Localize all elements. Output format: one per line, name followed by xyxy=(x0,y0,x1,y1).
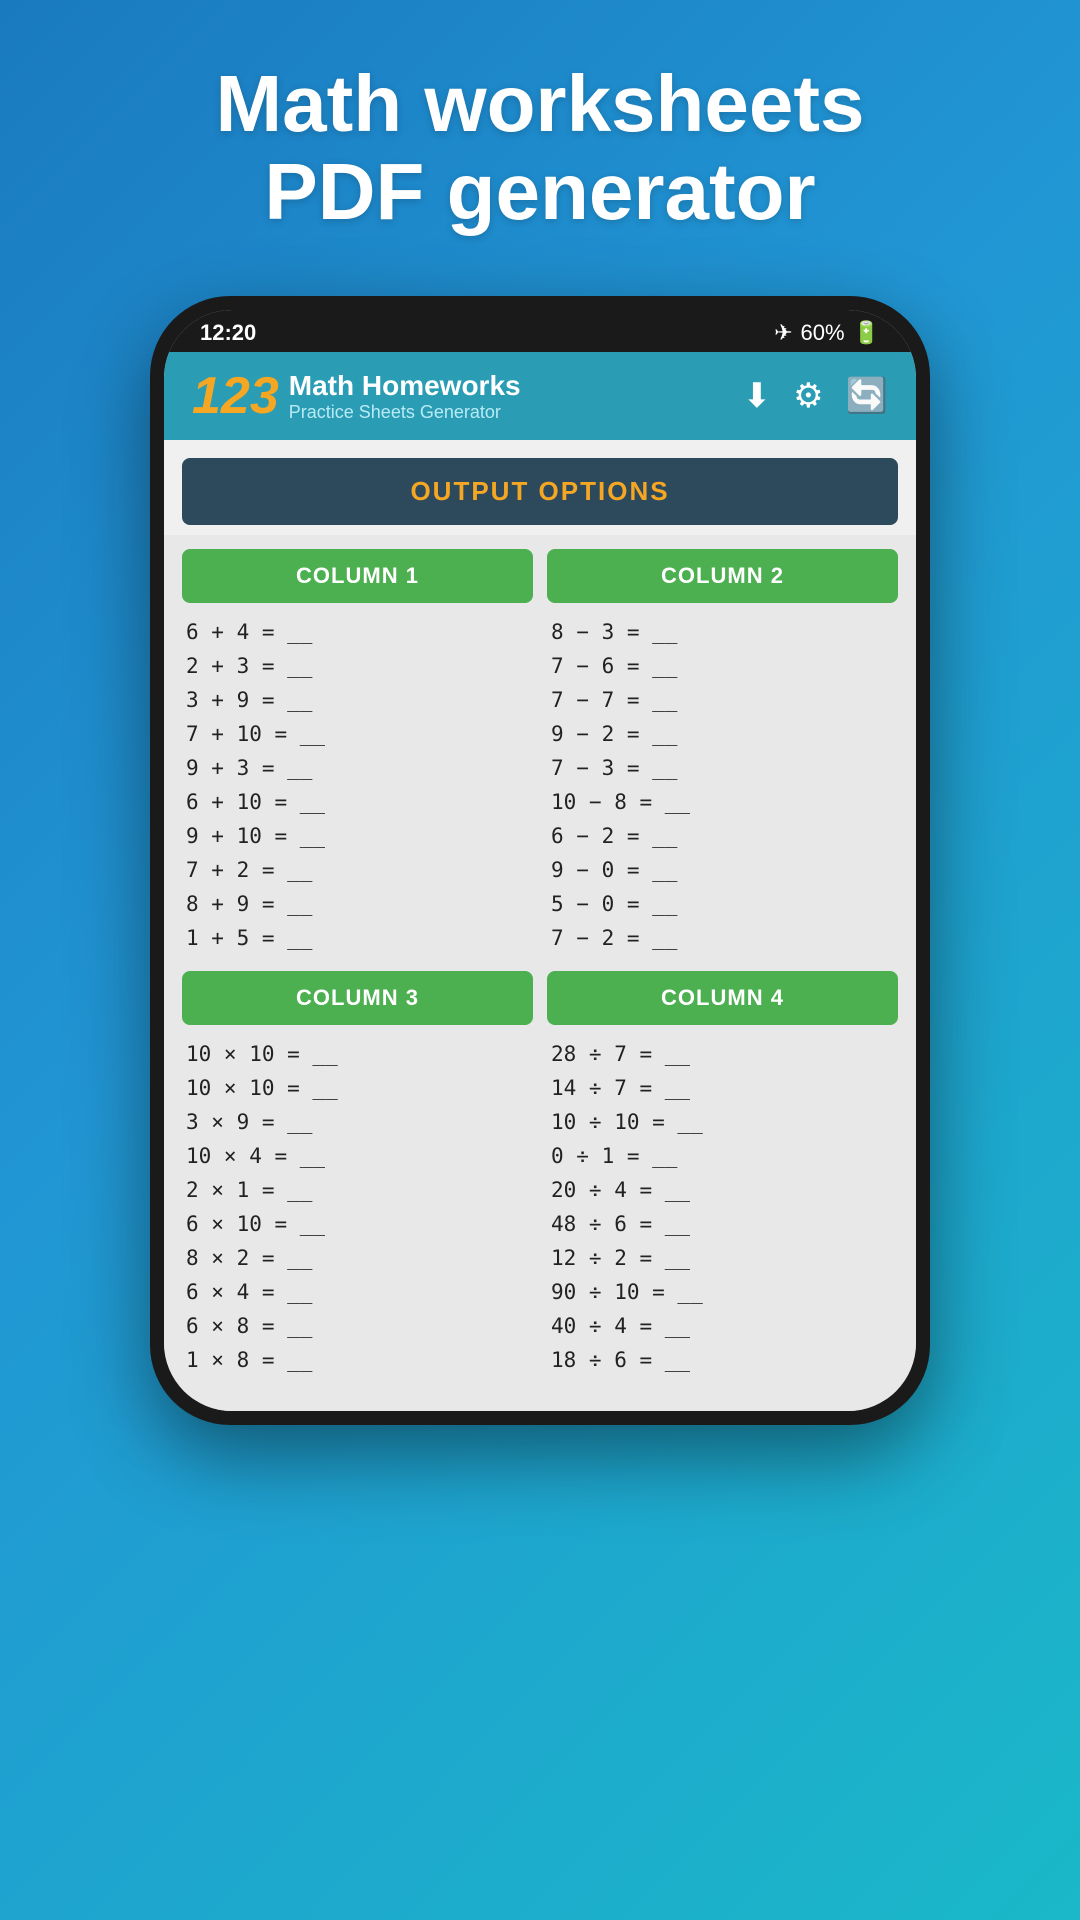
column-4-section: COLUMN 4 28 ÷ 7 = __14 ÷ 7 = __10 ÷ 10 =… xyxy=(547,971,898,1383)
math-problem: 6 + 10 = __ xyxy=(186,785,529,819)
math-problem: 20 ÷ 4 = __ xyxy=(551,1173,894,1207)
phone-mockup: 12:20 ✈ 60% 🔋 123 Math Homeworks Practic… xyxy=(150,296,930,1425)
refresh-icon[interactable]: 🔄 xyxy=(846,376,888,416)
math-problem: 10 × 4 = __ xyxy=(186,1139,529,1173)
column-3-list: 10 × 10 = __10 × 10 = __3 × 9 = __10 × 4… xyxy=(182,1031,533,1383)
columns-row-2: COLUMN 3 10 × 10 = __10 × 10 = __3 × 9 =… xyxy=(182,971,898,1383)
column-4-list: 28 ÷ 7 = __14 ÷ 7 = __10 ÷ 10 = __0 ÷ 1 … xyxy=(547,1031,898,1383)
app-title-area: Math Homeworks Practice Sheets Generator xyxy=(289,370,521,423)
math-problem: 7 + 10 = __ xyxy=(186,717,529,751)
battery-icon: 🔋 xyxy=(853,320,880,346)
math-problem: 1 × 8 = __ xyxy=(186,1343,529,1377)
column-3-header[interactable]: COLUMN 3 xyxy=(182,971,533,1025)
column-1-list: 6 + 4 = __2 + 3 = __3 + 9 = __7 + 10 = _… xyxy=(182,609,533,961)
math-problem: 6 + 4 = __ xyxy=(186,615,529,649)
math-problem: 2 × 1 = __ xyxy=(186,1173,529,1207)
column-4-header[interactable]: COLUMN 4 xyxy=(547,971,898,1025)
app-subtitle: Practice Sheets Generator xyxy=(289,402,521,423)
math-problem: 3 + 9 = __ xyxy=(186,683,529,717)
math-problem: 5 − 0 = __ xyxy=(551,887,894,921)
math-problem: 10 − 8 = __ xyxy=(551,785,894,819)
math-problem: 7 − 2 = __ xyxy=(551,921,894,955)
math-problem: 7 + 2 = __ xyxy=(186,853,529,887)
column-1-header[interactable]: COLUMN 1 xyxy=(182,549,533,603)
page-title: Math worksheets PDF generator xyxy=(215,60,864,236)
app-icons: ⬇ ⚙ 🔄 xyxy=(743,376,888,416)
battery-text: 60% xyxy=(801,320,845,346)
math-problem: 28 ÷ 7 = __ xyxy=(551,1037,894,1071)
status-bar: 12:20 ✈ 60% 🔋 xyxy=(164,310,916,352)
app-header: 123 Math Homeworks Practice Sheets Gener… xyxy=(164,352,916,440)
math-problem: 8 − 3 = __ xyxy=(551,615,894,649)
download-icon[interactable]: ⬇ xyxy=(743,376,772,416)
column-2-list: 8 − 3 = __7 − 6 = __7 − 7 = __9 − 2 = __… xyxy=(547,609,898,961)
column-2-section: COLUMN 2 8 − 3 = __7 − 6 = __7 − 7 = __9… xyxy=(547,549,898,961)
math-problem: 9 + 3 = __ xyxy=(186,751,529,785)
math-problem: 6 × 4 = __ xyxy=(186,1275,529,1309)
column-2-header[interactable]: COLUMN 2 xyxy=(547,549,898,603)
math-problem: 1 + 5 = __ xyxy=(186,921,529,955)
status-time: 12:20 xyxy=(200,320,256,346)
math-problem: 8 × 2 = __ xyxy=(186,1241,529,1275)
app-logo: 123 Math Homeworks Practice Sheets Gener… xyxy=(192,366,521,426)
math-problem: 14 ÷ 7 = __ xyxy=(551,1071,894,1105)
airplane-icon: ✈ xyxy=(774,320,792,346)
title-line1: Math worksheets xyxy=(215,59,864,148)
app-title: Math Homeworks xyxy=(289,370,521,402)
math-problem: 90 ÷ 10 = __ xyxy=(551,1275,894,1309)
math-problem: 0 ÷ 1 = __ xyxy=(551,1139,894,1173)
output-options-bar[interactable]: OUTPUT OPTIONS xyxy=(182,458,898,525)
math-problem: 3 × 9 = __ xyxy=(186,1105,529,1139)
math-problem: 10 ÷ 10 = __ xyxy=(551,1105,894,1139)
math-problem: 6 × 10 = __ xyxy=(186,1207,529,1241)
math-problem: 9 − 0 = __ xyxy=(551,853,894,887)
column-1-section: COLUMN 1 6 + 4 = __2 + 3 = __3 + 9 = __7… xyxy=(182,549,533,961)
math-problem: 8 + 9 = __ xyxy=(186,887,529,921)
math-problem: 7 − 7 = __ xyxy=(551,683,894,717)
math-problem: 40 ÷ 4 = __ xyxy=(551,1309,894,1343)
math-problem: 6 − 2 = __ xyxy=(551,819,894,853)
math-problem: 18 ÷ 6 = __ xyxy=(551,1343,894,1377)
math-problem: 7 − 6 = __ xyxy=(551,649,894,683)
output-options-label: OUTPUT OPTIONS xyxy=(410,476,669,506)
math-problem: 7 − 3 = __ xyxy=(551,751,894,785)
math-problem: 10 × 10 = __ xyxy=(186,1071,529,1105)
content-area: COLUMN 1 6 + 4 = __2 + 3 = __3 + 9 = __7… xyxy=(164,535,916,1411)
math-problem: 12 ÷ 2 = __ xyxy=(551,1241,894,1275)
math-problem: 6 × 8 = __ xyxy=(186,1309,529,1343)
math-problem: 9 − 2 = __ xyxy=(551,717,894,751)
title-line2: PDF generator xyxy=(264,147,815,236)
column-3-section: COLUMN 3 10 × 10 = __10 × 10 = __3 × 9 =… xyxy=(182,971,533,1383)
logo-number: 123 xyxy=(192,366,279,426)
math-problem: 9 + 10 = __ xyxy=(186,819,529,853)
columns-row-1: COLUMN 1 6 + 4 = __2 + 3 = __3 + 9 = __7… xyxy=(182,549,898,961)
status-right: ✈ 60% 🔋 xyxy=(774,320,880,346)
settings-icon[interactable]: ⚙ xyxy=(793,376,823,416)
math-problem: 48 ÷ 6 = __ xyxy=(551,1207,894,1241)
math-problem: 2 + 3 = __ xyxy=(186,649,529,683)
math-problem: 10 × 10 = __ xyxy=(186,1037,529,1071)
